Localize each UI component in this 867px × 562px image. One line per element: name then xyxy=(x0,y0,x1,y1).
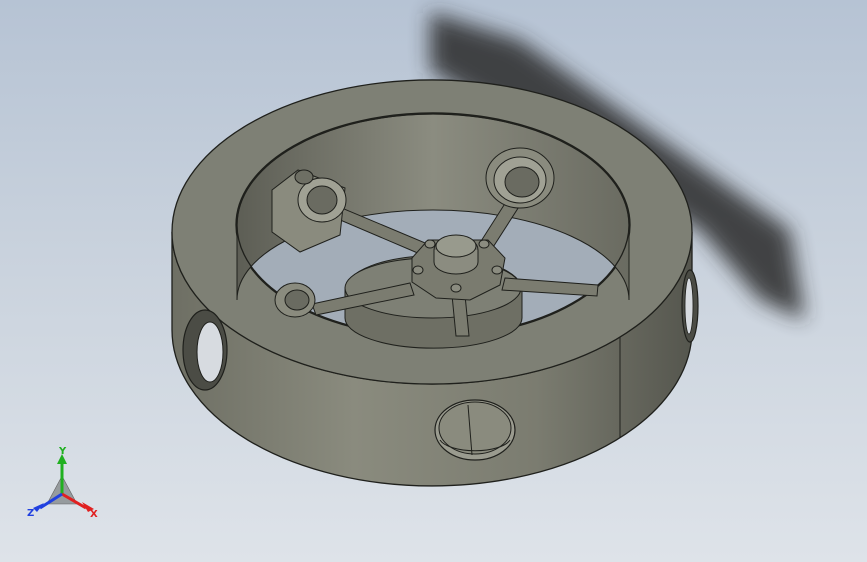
piston-cup-lower-left xyxy=(274,282,316,318)
piston-cup-upper-right xyxy=(485,147,555,209)
cad-model-view[interactable] xyxy=(0,0,867,562)
coordinate-triad[interactable]: Y X Z xyxy=(22,446,112,526)
ring-hole-front xyxy=(434,399,516,461)
y-axis-label: Y xyxy=(58,446,67,457)
x-axis-label: X xyxy=(90,509,98,520)
ring-hole-left xyxy=(182,309,228,391)
z-axis-label: Z xyxy=(27,508,34,519)
cad-graphics-viewport[interactable]: Y X Z xyxy=(0,0,867,562)
ring-hole-right xyxy=(681,269,699,343)
